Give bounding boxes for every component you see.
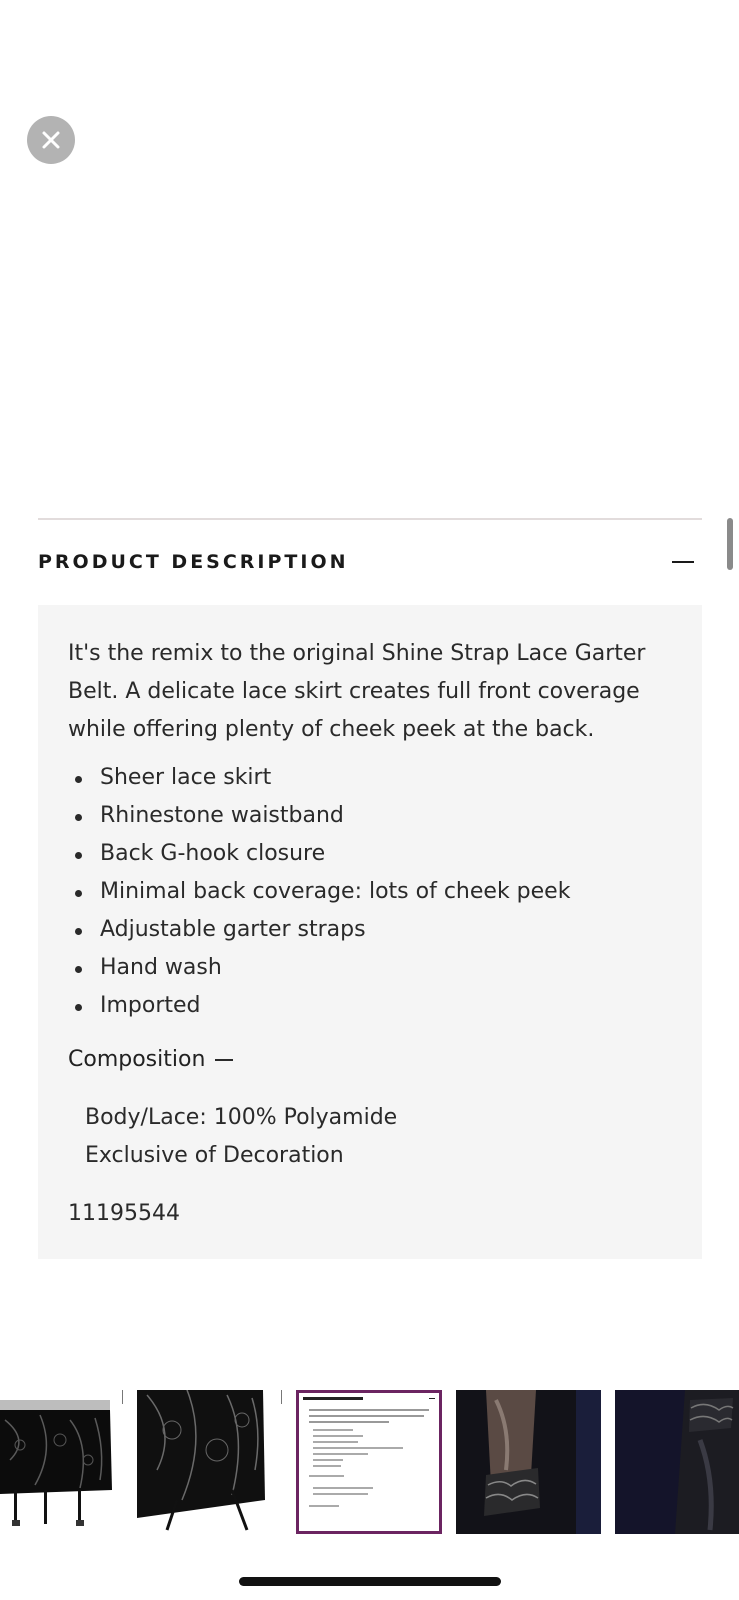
feature-label: Back G-hook closure [100,841,326,866]
thumbnail-separator [122,1390,123,1404]
section-title: PRODUCT DESCRIPTION [38,551,349,573]
thumbnail-stockings-lace[interactable] [456,1390,601,1534]
composition-line: Body/Lace: 100% Polyamide [85,1105,398,1130]
style-number: 11195544 [68,1201,180,1226]
bullet-icon [75,966,82,973]
thumbnail-strip [0,1388,739,1536]
stockings-image [456,1390,601,1534]
bullet-icon [75,852,82,859]
feature-label: Imported [100,993,201,1018]
close-button[interactable] [27,116,75,164]
collapse-icon[interactable] [672,561,694,563]
composition-collapse-icon [215,1059,234,1061]
bullet-icon [75,928,82,935]
feature-item: Minimal back coverage: lots of cheek pee… [68,873,672,911]
section-divider [38,518,702,520]
feature-item: Rhinestone waistband [68,797,672,835]
feature-item: Adjustable garter straps [68,911,672,949]
bullet-icon [75,1004,82,1011]
composition-line: Exclusive of Decoration [85,1143,344,1168]
product-description-header[interactable]: PRODUCT DESCRIPTION [38,548,702,576]
feature-item: Back G-hook closure [68,835,672,873]
feature-list: Sheer lace skirt Rhinestone waistband Ba… [68,759,672,1025]
stockings-dark-image [615,1390,739,1534]
composition-toggle[interactable]: Composition [68,1041,672,1079]
bullet-icon [75,776,82,783]
composition-label: Composition [68,1047,206,1072]
bullet-icon [75,890,82,897]
bullet-icon [75,814,82,821]
home-indicator[interactable] [239,1577,501,1586]
feature-label: Minimal back coverage: lots of cheek pee… [100,879,571,904]
feature-label: Adjustable garter straps [100,917,366,942]
feature-label: Rhinestone waistband [100,803,344,828]
feature-label: Sheer lace skirt [100,765,272,790]
description-card-image [299,1393,439,1531]
garter-belt-image [0,1400,112,1526]
thumbnail-garter-belt-front[interactable] [0,1390,115,1534]
lace-detail-image [137,1390,265,1531]
feature-item: Sheer lace skirt [68,759,672,797]
description-panel: It's the remix to the original Shine Str… [38,605,702,1259]
close-icon [42,131,60,149]
thumbnail-separator [281,1390,282,1404]
scrollbar-thumb[interactable] [727,518,733,570]
feature-label: Hand wash [100,955,222,980]
description-intro: It's the remix to the original Shine Str… [68,641,646,742]
thumbnail-stockings-dark[interactable] [615,1390,739,1534]
feature-item: Hand wash [68,949,672,987]
thumbnail-garter-belt-lace[interactable] [137,1390,267,1534]
composition-details: Body/Lace: 100% Polyamide Exclusive of D… [68,1099,672,1175]
feature-item: Imported [68,987,672,1025]
thumbnail-product-description[interactable] [296,1390,442,1534]
